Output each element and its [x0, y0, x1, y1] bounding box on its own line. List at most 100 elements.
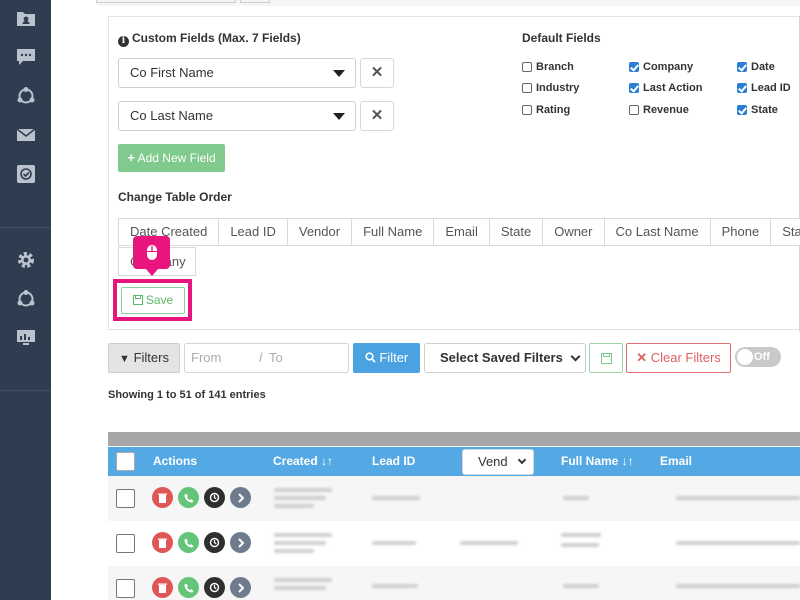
caret-down-icon	[333, 70, 345, 77]
check-task-icon[interactable]	[0, 158, 51, 190]
header-lead-id[interactable]: Lead ID	[372, 447, 415, 476]
default-field-checkbox[interactable]: State	[737, 103, 778, 117]
delete-button[interactable]	[152, 577, 173, 598]
custom-field-value: Co Last Name	[130, 108, 214, 123]
checkbox-checked[interactable]	[629, 62, 639, 72]
default-field-checkbox[interactable]: Lead ID	[737, 81, 791, 95]
checkbox-label: Lead ID	[751, 82, 791, 94]
checkbox[interactable]	[522, 83, 532, 93]
trash-icon	[158, 583, 167, 593]
checkbox-label: Company	[643, 61, 694, 73]
redacted-lead-id	[372, 584, 418, 588]
table-scroll-bar[interactable]	[108, 432, 800, 446]
row-checkbox[interactable]	[116, 534, 135, 553]
call-button[interactable]	[178, 577, 199, 598]
contacts-folder-icon[interactable]	[0, 2, 51, 34]
redacted-name	[563, 584, 599, 588]
chat-icon[interactable]	[0, 41, 51, 73]
chevron-right-icon	[237, 537, 244, 548]
funnel-icon: ▼	[119, 353, 130, 365]
settings-gear-icon[interactable]	[0, 244, 51, 276]
select-all-checkbox[interactable]	[116, 452, 135, 471]
history-button[interactable]	[204, 577, 225, 598]
default-field-checkbox[interactable]: Date	[737, 60, 775, 74]
call-button[interactable]	[178, 487, 199, 508]
add-new-field-button[interactable]: + Add New Field	[118, 144, 225, 172]
order-column[interactable]: Co Last Name	[603, 218, 711, 246]
order-column[interactable]: Statu	[770, 218, 800, 246]
custom-fields-title-text: Custom Fields (Max. 7 Fields)	[132, 31, 301, 45]
save-filter-button[interactable]	[589, 343, 623, 373]
share-network-icon[interactable]	[0, 80, 51, 112]
order-column[interactable]: Vendor	[286, 218, 353, 246]
share-network-icon-2[interactable]	[0, 283, 51, 315]
checkbox[interactable]	[522, 62, 532, 72]
default-field-checkbox[interactable]: Company	[629, 60, 693, 74]
saved-filters-label: Select Saved Filters	[440, 350, 563, 365]
checkbox-checked[interactable]	[629, 83, 639, 93]
table-row	[108, 476, 800, 521]
row-checkbox[interactable]	[116, 489, 135, 508]
from-placeholder[interactable]: From	[191, 344, 221, 372]
monitor-chart-icon[interactable]	[0, 322, 51, 354]
delete-button[interactable]	[152, 487, 173, 508]
default-field-checkbox[interactable]: Revenue	[629, 103, 689, 117]
checkbox[interactable]	[522, 105, 532, 115]
date-range-input[interactable]: From / To	[184, 343, 349, 373]
chevron-right-icon	[237, 492, 244, 503]
order-column[interactable]: State	[488, 218, 544, 246]
mail-icon[interactable]	[0, 119, 51, 151]
table-order-row: Date Created Lead ID Vendor Full Name Em…	[118, 218, 800, 246]
open-lead-button[interactable]	[230, 577, 251, 598]
order-column[interactable]: Lead ID	[218, 218, 288, 246]
open-lead-button[interactable]	[230, 532, 251, 553]
header-full-name[interactable]: Full Name ↓↑	[561, 447, 634, 476]
clear-filters-label: Clear Filters	[650, 350, 721, 365]
checkbox-checked[interactable]	[737, 105, 747, 115]
toggle-label: Off	[754, 351, 770, 363]
filter-toggle-switch[interactable]: Off	[735, 347, 781, 367]
save-button[interactable]: Save	[121, 287, 185, 314]
order-column[interactable]: Full Name	[351, 218, 435, 246]
redacted-name	[561, 533, 601, 537]
remove-field-button[interactable]: ✕	[360, 58, 394, 88]
to-placeholder[interactable]: To	[269, 344, 283, 372]
redacted-email	[676, 584, 800, 588]
header-created[interactable]: Created ↓↑	[273, 447, 333, 476]
table-row	[108, 521, 800, 566]
open-lead-button[interactable]	[230, 487, 251, 508]
redacted-vendor	[460, 541, 518, 545]
order-column[interactable]: Email	[433, 218, 490, 246]
row-checkbox[interactable]	[116, 579, 135, 598]
default-field-checkbox[interactable]: Rating	[522, 103, 570, 117]
checkbox-label: Last Action	[643, 82, 703, 94]
order-column[interactable]: Phone	[709, 218, 772, 246]
checkbox-checked[interactable]	[737, 62, 747, 72]
default-field-checkbox[interactable]: Industry	[522, 81, 579, 95]
vendor-column-select[interactable]: Vend	[462, 449, 534, 475]
checkbox-label: Industry	[536, 82, 580, 94]
toggle-knob	[737, 349, 753, 365]
mouse-icon	[146, 245, 157, 260]
call-button[interactable]	[178, 532, 199, 553]
delete-button[interactable]	[152, 532, 173, 553]
checkbox-checked[interactable]	[737, 83, 747, 93]
clear-filters-button[interactable]: ✕ Clear Filters	[626, 343, 731, 373]
redacted-created	[274, 504, 314, 508]
order-column[interactable]: Owner	[542, 218, 605, 246]
default-field-checkbox[interactable]: Last Action	[629, 81, 703, 95]
default-field-checkbox[interactable]: Branch	[522, 60, 574, 74]
header-email[interactable]: Email	[660, 447, 692, 476]
filter-button[interactable]: Filter	[353, 343, 420, 373]
custom-field-select-1[interactable]: Co First Name	[118, 58, 356, 88]
remove-field-button[interactable]: ✕	[360, 101, 394, 131]
filters-toggle-button[interactable]: ▼ Filters	[108, 343, 180, 373]
saved-filters-select[interactable]: Select Saved Filters	[424, 343, 586, 373]
floppy-disk-icon	[600, 352, 612, 364]
history-button[interactable]	[204, 487, 225, 508]
checkbox-label: Branch	[536, 61, 574, 73]
custom-field-select-2[interactable]: Co Last Name	[118, 101, 356, 131]
checkbox[interactable]	[629, 105, 639, 115]
trash-icon	[158, 538, 167, 548]
history-button[interactable]	[204, 532, 225, 553]
